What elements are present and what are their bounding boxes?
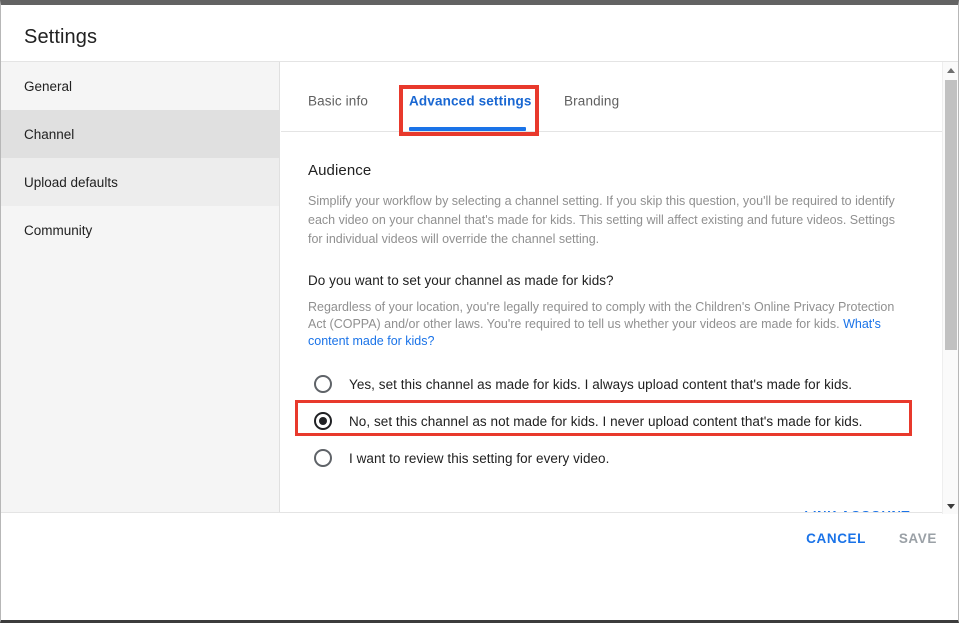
scroll-down-icon[interactable] (943, 498, 958, 514)
made-for-kids-radio-group: Yes, set this channel as made for kids. … (295, 367, 944, 475)
audience-question: Do you want to set your channel as made … (308, 273, 614, 288)
sidebar-item-label: General (24, 78, 73, 94)
legal-text-body: Regardless of your location, you're lega… (308, 300, 895, 331)
sidebar-item-community[interactable]: Community (1, 206, 279, 254)
settings-scroll-body: Audience Simplify your workflow by selec… (281, 132, 944, 513)
tab-label: Branding (564, 93, 620, 109)
tab-basic-info[interactable]: Basic info (308, 94, 368, 109)
page-title: Settings (24, 26, 98, 48)
triangle-down-glyph (947, 503, 955, 509)
sidebar-item-upload-defaults[interactable]: Upload defaults (1, 158, 279, 206)
dialog-footer: CANCEL SAVE (1, 512, 958, 620)
sidebar-item-label: Community (24, 222, 93, 238)
tab-advanced-settings[interactable]: Advanced settings (409, 94, 532, 109)
scroll-up-icon[interactable] (943, 62, 958, 78)
tab-label: Basic info (308, 93, 369, 109)
active-tab-indicator (409, 127, 526, 131)
settings-dialog-window: Settings General Channel Upload defaults… (0, 0, 959, 623)
dialog-header: Settings (1, 5, 958, 62)
audience-description: Simplify your workflow by selecting a ch… (308, 194, 895, 246)
audience-legal-text: Regardless of your location, you're lega… (308, 299, 910, 350)
tab-label: Advanced settings (409, 93, 532, 109)
settings-content-panel: Basic info Advanced settings Branding Au… (281, 62, 944, 514)
triangle-up-glyph (947, 67, 955, 73)
radio-icon[interactable] (314, 375, 332, 393)
radio-icon-selected[interactable] (314, 412, 332, 430)
sidebar-item-label: Channel (24, 126, 75, 142)
radio-option-review-each-video[interactable]: I want to review this setting for every … (308, 441, 944, 475)
tab-bar: Basic info Advanced settings Branding (281, 62, 944, 136)
radio-option-yes[interactable]: Yes, set this channel as made for kids. … (308, 367, 944, 401)
cancel-button[interactable]: CANCEL (806, 531, 866, 546)
sidebar-item-general[interactable]: General (1, 62, 279, 110)
settings-sidebar: General Channel Upload defaults Communit… (1, 62, 280, 514)
scrollbar-thumb[interactable] (945, 80, 957, 350)
radio-option-label: No, set this channel as not made for kid… (349, 413, 863, 429)
radio-option-no[interactable]: No, set this channel as not made for kid… (308, 404, 944, 438)
radio-icon[interactable] (314, 449, 332, 467)
vertical-scrollbar[interactable] (942, 62, 958, 514)
tab-branding[interactable]: Branding (564, 94, 619, 109)
sidebar-item-channel[interactable]: Channel (1, 110, 279, 158)
audience-heading: Audience (308, 162, 372, 179)
radio-option-label: I want to review this setting for every … (349, 450, 610, 466)
save-button: SAVE (898, 531, 937, 546)
radio-option-label: Yes, set this channel as made for kids. … (349, 376, 853, 392)
sidebar-item-label: Upload defaults (24, 174, 118, 190)
